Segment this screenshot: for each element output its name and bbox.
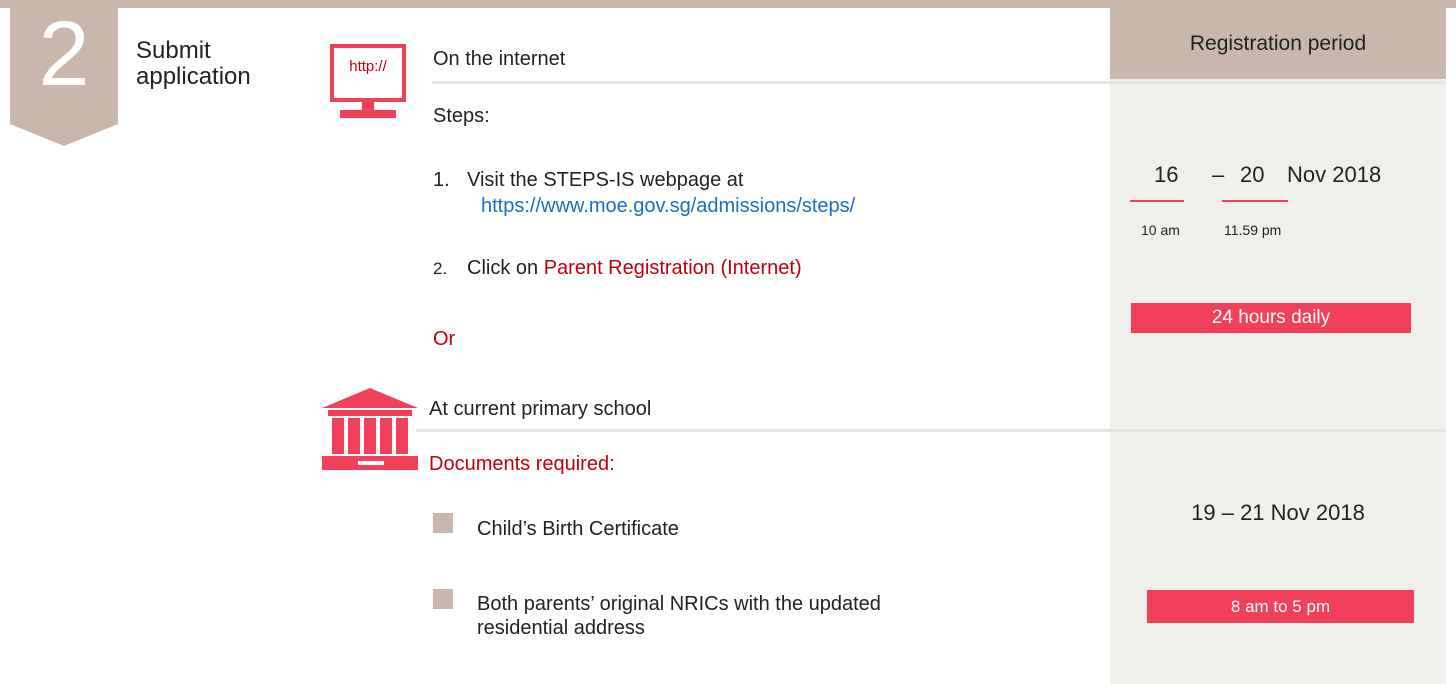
step-title-line2: application [136,63,251,90]
internet-divider [432,81,1446,84]
school-dates: 19 – 21 Nov 2018 [1191,500,1365,525]
document-nric-line1: Both parents’ original NRICs with the up… [477,593,881,615]
step-2-number: 2. [433,259,448,278]
internet-start-day: 16 [1154,162,1179,187]
document-birth-certificate: Child’s Birth Certificate [477,518,679,540]
internet-month-year: Nov 2018 [1287,162,1382,187]
document-nric: Both parents’ original NRICs with the up… [477,592,881,640]
end-date-underline [1222,200,1288,202]
school-divider [416,429,1446,432]
step-1-text: Visit the STEPS-IS webpage at [467,169,744,191]
internet-hours-badge: 24 hours daily [1131,303,1411,333]
top-band [0,0,1456,8]
step-1-number: 1. [433,169,450,191]
start-time: 10 am [1141,222,1180,238]
registration-period-header: Registration period [1110,8,1446,79]
school-hours-badge: 8 am to 5 pm [1147,590,1414,623]
http-icon-label: http:// [349,58,387,75]
step-2: 2. Click on Parent Registration (Internet… [433,256,802,281]
step-1: 1. Visit the STEPS-IS webpage at [433,168,743,192]
parent-registration-link: Parent Registration (Internet) [543,257,802,279]
step-2-text: Click on [467,257,544,279]
step-title-line1: Submit [136,37,211,64]
bullet-square [433,513,453,533]
or-text: Or [433,328,456,350]
steps-label: Steps: [433,105,490,127]
step-number: 2 [38,3,90,105]
internet-heading: On the internet [433,48,566,70]
internet-end-day: 20 [1240,162,1265,187]
documents-required-label: Documents required: [429,453,615,475]
registration-column [1110,8,1446,684]
bullet-square [433,589,453,609]
steps-is-link[interactable]: https://www.moe.gov.sg/admissions/steps/ [481,194,855,218]
school-heading: At current primary school [429,398,652,420]
monitor-icon [330,44,406,125]
step-title: Submit application [136,38,251,90]
school-building-icon [322,388,418,477]
registration-period-title: Registration period [1189,32,1367,55]
document-nric-line2: residential address [477,617,645,639]
start-date-underline [1130,200,1184,202]
date-dash: – [1212,162,1225,187]
end-time: 11.59 pm [1224,222,1282,238]
